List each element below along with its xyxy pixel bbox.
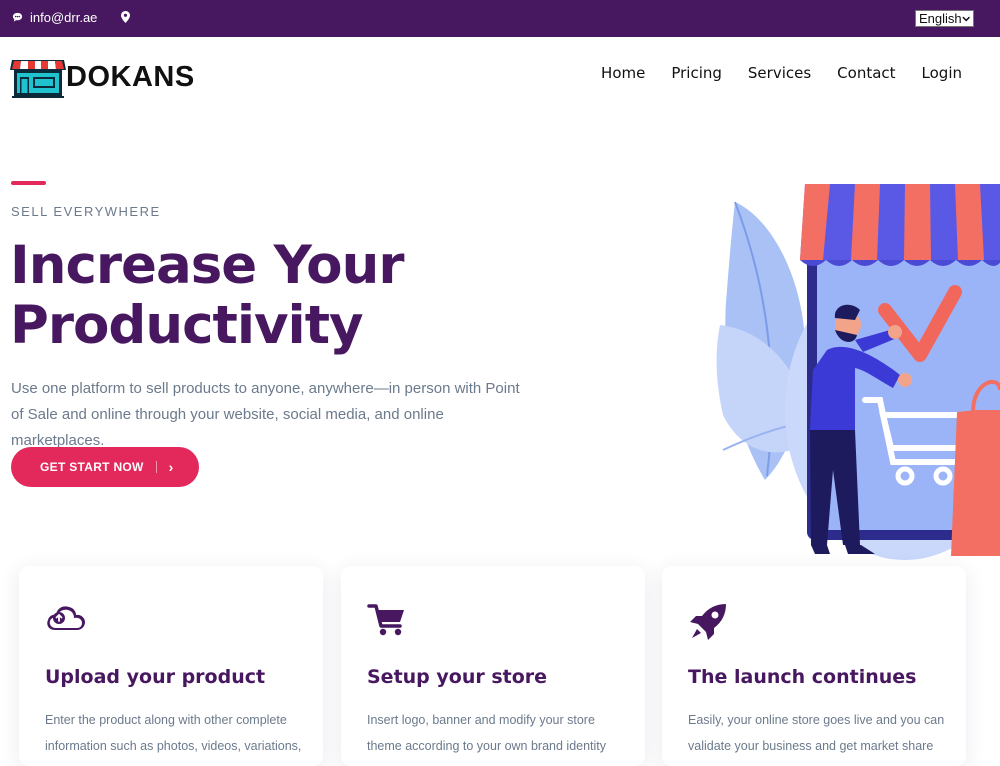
feature-card-setup: Setup your store Insert logo, banner and… <box>341 566 645 766</box>
shop-logo-icon <box>10 60 66 98</box>
email-text[interactable]: info@drr.ae <box>30 10 97 25</box>
hero-subtitle: Use one platform to sell products to any… <box>11 380 520 449</box>
hero-title-line-2: Productivity <box>10 295 364 356</box>
hero-title-line-1: Increase Your <box>10 235 404 296</box>
hero-illustration <box>716 184 1000 560</box>
site-header: DOKANS Home Pricing Services Contact Log… <box>0 37 1000 117</box>
site-logo[interactable]: DOKANS <box>10 56 195 98</box>
chevron-right-icon: › <box>168 459 174 475</box>
card-text: Enter the product along with other compl… <box>45 713 302 753</box>
feature-card-launch: The launch continues Easily, your online… <box>662 566 966 766</box>
nav-home[interactable]: Home <box>601 64 645 82</box>
hero-eyebrow: SELL EVERYWHERE <box>11 204 161 219</box>
card-text: Easily, your online store goes live and … <box>688 713 945 753</box>
language-value: English <box>919 11 962 26</box>
location-pin-icon[interactable] <box>121 11 130 26</box>
accent-line <box>11 181 46 185</box>
get-start-button[interactable]: GET START NOW › <box>11 447 199 487</box>
feature-card-upload: Upload your product Enter the product al… <box>19 566 323 766</box>
card-title: Upload your product <box>45 666 266 688</box>
rocket-icon <box>690 604 726 640</box>
card-text: Insert logo, banner and modify your stor… <box>367 713 607 753</box>
button-divider <box>155 461 157 473</box>
card-title: Setup your store <box>367 666 548 688</box>
nav-services[interactable]: Services <box>748 64 811 82</box>
top-bar: info@drr.ae English <box>0 0 1000 37</box>
chevron-down-icon <box>962 16 970 21</box>
language-select[interactable]: English <box>915 10 974 27</box>
nav-pricing[interactable]: Pricing <box>671 64 722 82</box>
chat-icon <box>12 12 23 22</box>
email-contact[interactable]: info@drr.ae <box>12 10 97 25</box>
logo-wordmark: DOKANS <box>66 60 195 93</box>
nav-login[interactable]: Login <box>922 64 962 82</box>
cloud-upload-icon <box>47 606 85 630</box>
nav-contact[interactable]: Contact <box>837 64 895 82</box>
card-title: The launch continues <box>688 666 917 688</box>
shopping-cart-icon <box>367 604 404 636</box>
hero-title: Increase Your Productivity <box>10 235 404 356</box>
get-start-label: GET START NOW <box>40 460 144 474</box>
main-nav: Home Pricing Services Contact Login <box>601 64 962 82</box>
